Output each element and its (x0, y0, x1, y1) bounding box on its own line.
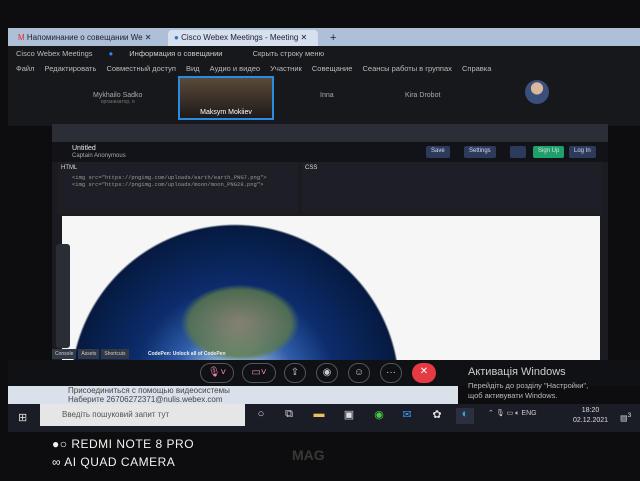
tab-webex[interactable]: ● Cisco Webex Meetings - Meeting ✕ (168, 30, 318, 46)
save-button[interactable]: Save (426, 146, 450, 158)
camera-logo-icon: ●○ (52, 437, 72, 451)
tray-chevron-icon[interactable]: ⌃ (488, 410, 494, 417)
file-explorer-icon[interactable]: ▬ (310, 408, 328, 424)
windows-taskbar: ⊞ Введіть пошуковий запит тут ○ ⧉ ▬ ▣ ◉ … (8, 404, 640, 432)
notifications-icon[interactable]: ▤3 (620, 412, 631, 423)
layout-icon[interactable] (510, 146, 526, 158)
monitor-brand-logo: MAG (292, 447, 325, 463)
active-speaker-tile[interactable]: Maksym Mokiiev (178, 76, 274, 120)
menu-participant[interactable]: Участник (270, 64, 302, 73)
share-button[interactable]: ⇪ (284, 363, 306, 383)
mail-icon[interactable]: ✉ (398, 408, 416, 424)
camera-watermark: ●○ REDMI NOTE 8 PRO ∞ AI QUAD CAMERA (52, 437, 195, 469)
shortcuts-button[interactable]: Shortcuts (101, 349, 129, 359)
menu-bar: Файл Редактировать Совместный доступ Вид… (16, 64, 499, 73)
gmail-icon: M (18, 33, 27, 42)
windows-start-icon[interactable]: ⊞ (18, 411, 30, 424)
infinity-icon: ∞ (52, 455, 65, 469)
shared-browser-bar (52, 124, 608, 142)
menu-meeting[interactable]: Совещание (312, 64, 353, 73)
chrome-icon[interactable]: ◉ (370, 408, 388, 424)
menu-audio-video[interactable]: Аудио и видео (210, 64, 260, 73)
task-view-icon[interactable]: ⧉ (280, 408, 298, 424)
signup-button[interactable]: Sign Up (533, 146, 565, 158)
app-icon[interactable]: ✿ (428, 408, 446, 424)
webex-title-bar: Cisco Webex Meetings ● Информация о сове… (16, 49, 338, 58)
volume-icon[interactable]: 🔈︎ (515, 410, 519, 417)
code-line: <img src="https://pngimg.com/uploads/ear… (72, 174, 267, 181)
webex-taskbar-icon[interactable]: ◐ (456, 408, 474, 424)
console-button[interactable]: Console (52, 349, 77, 359)
store-icon[interactable]: ▣ (340, 408, 358, 424)
webex-icon: ● (174, 33, 182, 42)
earth-image (62, 216, 600, 362)
avatar[interactable] (525, 80, 549, 104)
webex-window: Cisco Webex Meetings ● Информация о сове… (8, 46, 640, 126)
more-button[interactable]: ··· (380, 363, 402, 383)
shared-screen: Untitled Captain Anonymous Save Settings… (52, 124, 608, 362)
mic-icon[interactable]: 🎙︎ (496, 410, 505, 417)
code-line: <img src="https://pngimg.com/uploads/moo… (72, 181, 264, 188)
menu-edit[interactable]: Редактировать (45, 64, 97, 73)
preview-pane (62, 216, 600, 362)
annotation-toolbar[interactable] (56, 244, 70, 348)
participant-tile[interactable]: Inna (320, 92, 334, 99)
reactions-button[interactable]: ☺ (348, 363, 370, 383)
menu-file[interactable]: Файл (16, 64, 34, 73)
menu-view[interactable]: Вид (186, 64, 200, 73)
participant-tile[interactable]: Kira Drobot (405, 92, 440, 99)
system-tray: ⌃ 🎙︎ ▭ 🔈︎ ENG (488, 409, 537, 418)
settings-button[interactable]: Settings (464, 146, 496, 158)
pen-author: Captain Anonymous (72, 153, 126, 159)
info-icon: ● (108, 49, 116, 58)
clock[interactable]: 18:20 02.12.2021 (573, 406, 608, 426)
codepen-header: Untitled Captain Anonymous Save Settings… (52, 142, 608, 162)
pen-title[interactable]: Untitled (72, 145, 96, 152)
menu-help[interactable]: Справка (462, 64, 491, 73)
end-call-button[interactable]: ✕ (412, 363, 436, 383)
tab-meeting-reminder[interactable]: M Напоминание о совещании We ✕ (12, 30, 162, 46)
language-indicator[interactable]: ENG (521, 410, 536, 417)
css-editor[interactable]: CSS (302, 162, 602, 214)
new-tab-button[interactable]: + (324, 29, 342, 45)
css-label: CSS (305, 165, 318, 171)
menu-share[interactable]: Совместный доступ (106, 64, 175, 73)
taskbar-search[interactable]: Введіть пошуковий запит тут (40, 404, 245, 426)
mute-button[interactable]: 🎙︎˅ (200, 363, 234, 383)
cortana-icon[interactable]: ○ (252, 408, 270, 424)
login-button[interactable]: Log In (569, 146, 596, 158)
menu-breakout[interactable]: Сеансы работы в группах (363, 64, 452, 73)
hide-menu-button[interactable]: Скрыть строку меню (253, 49, 325, 58)
activation-title: Активація Windows (468, 366, 566, 378)
join-info: Присоединиться с помощью видеосистемы Наб… (8, 386, 458, 404)
network-icon[interactable]: ▭ (507, 410, 514, 417)
participant-tile[interactable]: Mykhailo Sadko организатор, я (93, 92, 142, 105)
activation-text: Перейдіть до розділу "Настройки", щоб акт… (468, 381, 589, 400)
assets-button[interactable]: Assets (78, 349, 100, 359)
browser-tab-bar: M Напоминание о совещании We ✕ ● Cisco W… (8, 28, 640, 46)
video-button[interactable]: ▭˅ (242, 363, 276, 383)
meeting-info-button[interactable]: ● Информация о совещании (109, 49, 237, 58)
html-editor[interactable]: HTML <img src="https://pngimg.com/upload… (58, 162, 298, 214)
html-label: HTML (61, 165, 78, 171)
codepen-promo[interactable]: CodePen: Unlock all of CodePen (148, 351, 226, 357)
app-name: Cisco Webex Meetings (16, 49, 93, 58)
record-button[interactable]: ◉ (316, 363, 338, 383)
